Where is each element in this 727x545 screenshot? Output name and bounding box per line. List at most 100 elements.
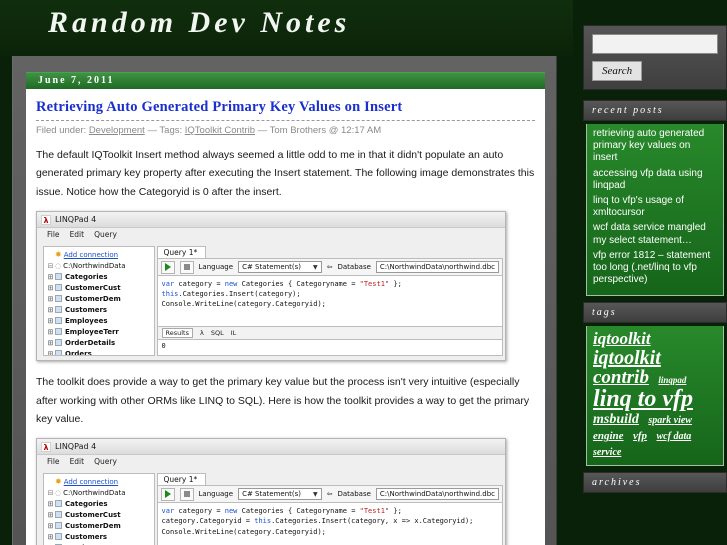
tree-node-table: ⊞ CustomerDem bbox=[46, 520, 154, 531]
chevron-down-icon: ▼ bbox=[313, 263, 318, 271]
tag-link[interactable]: vfp bbox=[633, 430, 647, 442]
expander-icon: ⊟ bbox=[47, 488, 54, 497]
code-line: Console.WriteLine(category.Categoryid); bbox=[161, 527, 326, 536]
shot1-toolbar: Language C# Statement(s) ▼ ⇦ Database C:… bbox=[156, 258, 503, 277]
expander-icon: ⊞ bbox=[47, 294, 54, 303]
tag-link[interactable]: linq to vfp bbox=[593, 386, 693, 412]
category-link[interactable]: Development bbox=[89, 125, 145, 136]
tree-label: Customers bbox=[65, 305, 108, 314]
archives-heading: archives bbox=[583, 472, 727, 494]
tree-node-table: ⊞ Customers bbox=[46, 304, 154, 315]
recent-post-link[interactable]: vfp error 1812 – statement too long (.ne… bbox=[593, 250, 717, 287]
tags-heading: tags bbox=[583, 302, 727, 324]
expander-icon: ⊞ bbox=[47, 327, 54, 336]
search-input[interactable] bbox=[592, 34, 718, 54]
table-icon bbox=[55, 328, 62, 336]
tag-link[interactable]: IQToolkit Contrib bbox=[185, 125, 255, 136]
result-tab-lambda: λ bbox=[200, 329, 204, 338]
code-line: this.Categories.Insert(category); bbox=[161, 290, 301, 299]
shot2-tabstrip: Query 1* bbox=[156, 471, 503, 486]
shot2-menubar: File Edit Query bbox=[37, 455, 505, 470]
table-icon bbox=[55, 511, 62, 519]
tree-node-table: ⊞ Customers bbox=[46, 531, 154, 542]
code-line: var category = new Categories { Category… bbox=[161, 507, 402, 516]
shot2-titlebar: λ LINQPad 4 bbox=[37, 439, 505, 456]
tree-node-table: ⊞ Employees bbox=[46, 315, 154, 326]
shot1-query-pane: Query 1* Language C# Statement(s) ▼ ⇦ Da bbox=[156, 244, 503, 357]
database-label: Database bbox=[337, 490, 371, 499]
menu-query: Query bbox=[94, 457, 117, 467]
linqpad-logo-icon: λ bbox=[41, 441, 51, 452]
tag-link[interactable]: engine bbox=[593, 430, 624, 442]
tag-link[interactable]: wcf data bbox=[657, 431, 692, 442]
add-connection-icon: ✸ bbox=[55, 477, 62, 487]
query-tab: Query 1* bbox=[156, 246, 207, 259]
tree-node-table: ⊞ CustomerDem bbox=[46, 293, 154, 304]
language-value: C# Statement(s) bbox=[242, 490, 301, 499]
expander-icon: ⊞ bbox=[47, 532, 54, 541]
table-icon bbox=[55, 522, 62, 530]
tree-label: Categories bbox=[65, 499, 108, 508]
recent-post-link[interactable]: retrieving auto generated primary key va… bbox=[593, 128, 717, 165]
tree-node-table: ⊞ EmployeeTerr bbox=[46, 326, 154, 337]
menu-edit: Edit bbox=[69, 230, 85, 240]
shot1-titlebar: λ LINQPad 4 bbox=[37, 212, 505, 229]
expander-icon: ⊞ bbox=[47, 305, 54, 314]
shot1-tabstrip: Query 1* bbox=[156, 244, 503, 259]
author-timestamp: Tom Brothers @ 12:17 AM bbox=[269, 125, 382, 136]
tree-label: C:\NorthwindData bbox=[63, 488, 126, 497]
tag-link[interactable]: spark view bbox=[648, 415, 692, 426]
recent-post-link[interactable]: linq to vfp's usage of xmltocursor bbox=[593, 195, 717, 219]
filed-under-label: Filed under: bbox=[36, 125, 87, 136]
play-icon bbox=[160, 260, 175, 274]
tree-node-table: ⊞ Categories bbox=[46, 271, 154, 282]
language-combo: C# Statement(s) ▼ bbox=[238, 261, 322, 274]
meta-divider bbox=[36, 120, 535, 121]
tag-link[interactable]: iqtoolkit bbox=[593, 347, 661, 369]
tag-link[interactable]: msbuild bbox=[593, 412, 639, 427]
tag-link[interactable]: linqpad bbox=[658, 375, 686, 385]
tree-label: Add connection bbox=[63, 250, 119, 259]
tag-link[interactable]: service bbox=[593, 447, 621, 458]
tree-node-server: ⊟ ◌ C:\NorthwindData bbox=[46, 487, 154, 498]
language-label: Language bbox=[198, 263, 234, 272]
tree-label: Customers bbox=[65, 532, 108, 541]
tag-link[interactable]: contrib bbox=[593, 367, 649, 388]
tree-node-server: ⊟ ◌ C:\NorthwindData bbox=[46, 260, 154, 271]
expander-icon: ⊞ bbox=[47, 349, 54, 357]
recent-post-link[interactable]: accessing vfp data using linqpad bbox=[593, 168, 717, 192]
tag-link[interactable]: iqtoolkit bbox=[593, 329, 651, 348]
linqpad-screenshot-1: λ LINQPad 4 File Edit Query ✸ Add connec… bbox=[36, 211, 506, 362]
result-tab-sql: SQL bbox=[210, 329, 224, 338]
table-icon bbox=[55, 339, 62, 347]
recent-posts-list: retrieving auto generated primary key va… bbox=[586, 124, 724, 297]
content-column: June 7, 2011 Retrieving Auto Generated P… bbox=[12, 56, 557, 545]
shot2-connection-tree: ✸ Add connection ⊟ ◌ C:\NorthwindData ⊞ … bbox=[43, 473, 155, 545]
tag-cloud: iqtoolkit iqtoolkit contrib linqpad linq… bbox=[586, 326, 724, 467]
database-value: C:\NorthwindData\northwind.dbc bbox=[375, 488, 499, 501]
stop-icon bbox=[179, 260, 194, 274]
play-icon bbox=[160, 487, 175, 501]
recent-posts-heading: recent posts bbox=[583, 100, 727, 121]
tree-label: Categories bbox=[65, 272, 108, 281]
tree-label: CustomerDem bbox=[65, 294, 121, 303]
expander-icon: ⊞ bbox=[47, 316, 54, 325]
chevron-down-icon: ▼ bbox=[313, 490, 318, 498]
shot1-main: ✸ Add connection ⊟ ◌ C:\NorthwindData ⊞ … bbox=[37, 242, 505, 361]
meta-separator-2: — bbox=[257, 125, 268, 136]
search-button[interactable]: Search bbox=[592, 61, 643, 81]
tree-label: OrderDetails bbox=[65, 338, 116, 347]
database-value: C:\NorthwindData\northwind.dbc bbox=[375, 261, 499, 274]
table-icon bbox=[55, 350, 62, 356]
tree-label: Employees bbox=[65, 316, 108, 325]
database-arrow-icon: ⇦ bbox=[326, 490, 333, 499]
recent-post-link[interactable]: wcf data service mangled my select state… bbox=[593, 222, 717, 246]
shot1-code-editor: var category = new Categories { Category… bbox=[156, 276, 503, 328]
tree-node-add-connection: ✸ Add connection bbox=[46, 476, 154, 487]
site-header: Random Dev Notes bbox=[0, 0, 573, 56]
tags-label: Tags: bbox=[159, 125, 183, 136]
expander-icon: ⊞ bbox=[47, 521, 54, 530]
archives-widget: archives bbox=[583, 472, 727, 494]
server-icon: ◌ bbox=[55, 488, 62, 497]
post-article: June 7, 2011 Retrieving Auto Generated P… bbox=[26, 72, 545, 545]
